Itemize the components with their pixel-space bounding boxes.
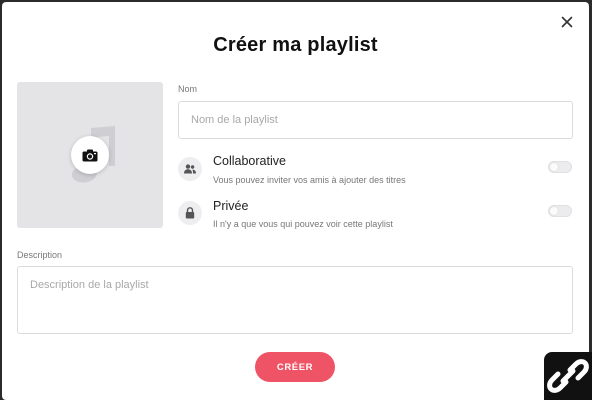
create-playlist-dialog: Créer ma playlist Nom Collaborative Vous… [2,2,589,400]
name-label: Nom [178,84,198,94]
link-icon [547,359,589,393]
toggle-knob [550,207,558,215]
private-toggle[interactable] [548,205,572,217]
private-title: Privée [213,199,249,213]
playlist-cover[interactable] [17,82,163,228]
collaborative-description: Vous pouvez inviter vos amis à ajouter d… [213,175,406,185]
lock-icon [185,207,195,219]
playlist-description-input[interactable] [17,266,573,334]
upload-cover-button[interactable] [71,136,109,174]
create-button[interactable]: CRÉER [255,352,335,382]
collaborative-icon-badge [178,157,202,181]
private-description: Il n'y a que vous qui pouvez voir cette … [213,219,393,229]
playlist-name-input[interactable] [178,101,573,139]
description-label: Description [17,250,63,260]
collaborative-title: Collaborative [213,154,286,168]
people-icon [184,164,196,174]
close-icon[interactable] [559,14,575,30]
camera-icon [82,149,98,161]
collaborative-toggle[interactable] [548,161,572,173]
link-logo [544,352,592,400]
private-icon-badge [178,201,202,225]
dialog-title: Créer ma playlist [213,34,378,56]
toggle-knob [550,163,558,171]
